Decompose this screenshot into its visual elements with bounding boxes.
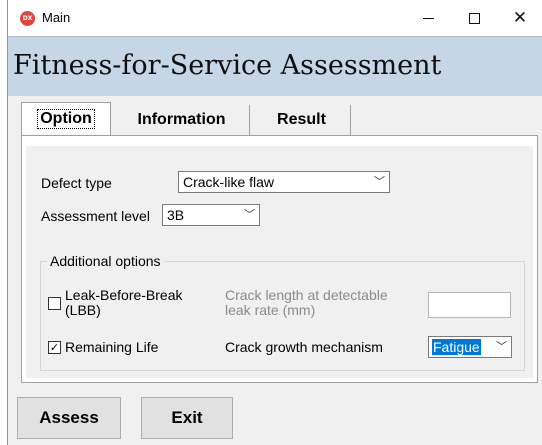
minimize-button[interactable] (405, 0, 451, 36)
header-banner: Fitness-for-Service Assessment (8, 36, 542, 96)
lbb-label-line1: Leak-Before-Break (65, 287, 183, 303)
chevron-down-icon: ﹀ (244, 208, 255, 221)
tab-result-label: Result (277, 111, 326, 128)
assessment-level-value: 3B (167, 207, 185, 223)
crack-growth-mechanism-value: Fatigue (432, 339, 481, 355)
chevron-down-icon: ﹀ (374, 175, 385, 188)
option-tab-panel: Defect type Crack-like flaw ﹀ Assessment… (21, 135, 538, 383)
close-icon: ✕ (512, 7, 528, 28)
crack-length-label: Crack length at detectable leak rate (mm… (225, 288, 388, 318)
assessment-level-select[interactable]: 3B ﹀ (162, 204, 260, 226)
defect-type-select[interactable]: Crack-like flaw ﹀ (178, 171, 390, 193)
minimize-icon (422, 17, 434, 19)
crack-length-label-line2: leak rate (mm) (225, 302, 316, 318)
chevron-down-icon: ﹀ (496, 340, 507, 353)
maximize-button[interactable] (451, 0, 497, 36)
additional-options-legend: Additional options (47, 253, 164, 269)
tab-option-label: Option (37, 109, 95, 129)
exit-button[interactable]: Exit (141, 397, 233, 439)
app-icon: DX (20, 11, 35, 26)
remaining-life-checkbox[interactable]: ✓ (48, 341, 61, 354)
tab-information[interactable]: Information (114, 105, 250, 135)
maximize-icon (468, 12, 480, 24)
lbb-label-line2: (LBB) (65, 302, 101, 318)
crack-length-label-line1: Crack length at detectable (225, 287, 388, 303)
main-window: DX Main ✕ Fitness-for-Service Assessment… (7, 0, 542, 445)
tab-information-label: Information (137, 111, 226, 128)
page-title: Fitness-for-Service Assessment (13, 50, 442, 81)
remaining-life-label: Remaining Life (65, 339, 159, 355)
defect-type-label: Defect type (41, 175, 112, 191)
lbb-label: Leak-Before-Break (LBB) (65, 288, 183, 318)
defect-type-value: Crack-like flaw (183, 174, 275, 190)
title-bar[interactable]: DX Main ✕ (8, 0, 542, 36)
crack-growth-mechanism-label: Crack growth mechanism (225, 339, 383, 355)
additional-options-group: Additional options Leak-Before-Break (LB… (40, 253, 525, 371)
tab-result[interactable]: Result (253, 105, 351, 135)
option-panel-body: Defect type Crack-like flaw ﹀ Assessment… (26, 146, 533, 378)
tab-option[interactable]: Option (21, 102, 111, 135)
crack-growth-mechanism-select[interactable]: Fatigue ﹀ (428, 336, 512, 358)
lbb-checkbox[interactable] (48, 297, 61, 310)
window-title: Main (42, 10, 71, 25)
tab-bar: Option Information Result (18, 99, 538, 136)
crack-length-input[interactable] (428, 292, 511, 318)
close-button[interactable]: ✕ (497, 0, 542, 36)
assessment-level-label: Assessment level (41, 208, 150, 224)
assess-button[interactable]: Assess (17, 397, 121, 439)
